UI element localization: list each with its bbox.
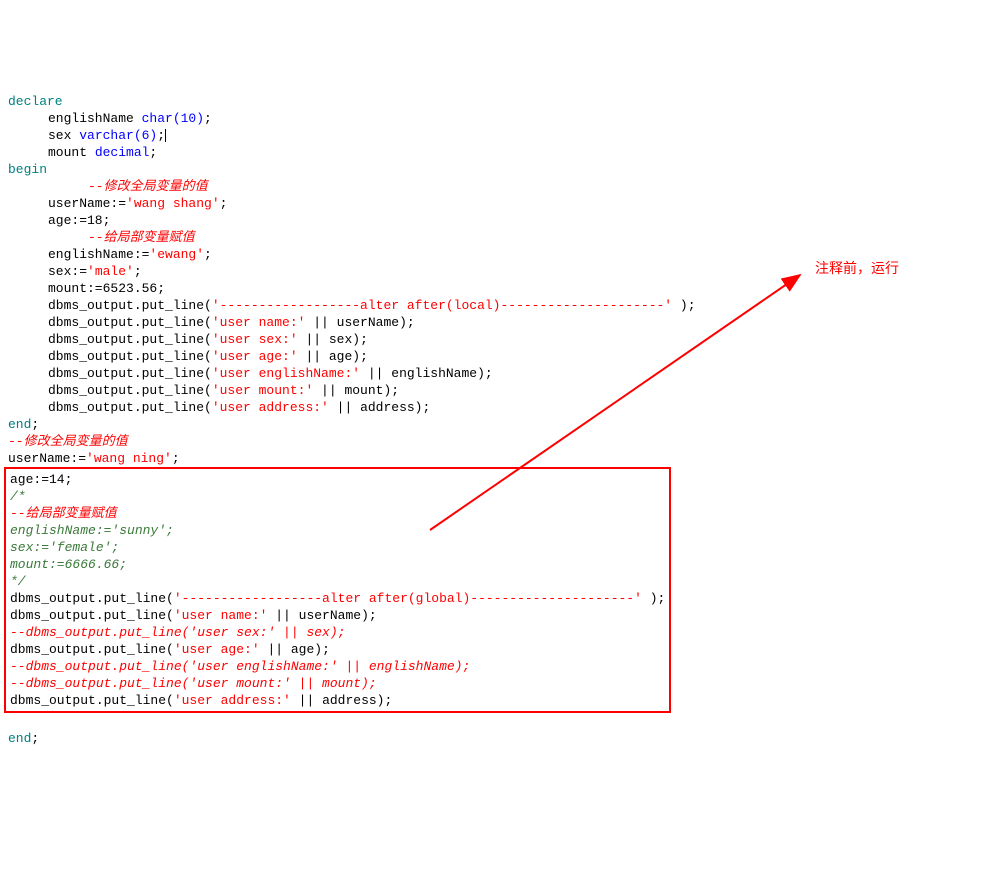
close: || address); bbox=[329, 400, 430, 415]
assign-username: userName:= bbox=[48, 196, 126, 211]
assign-sex: sex:= bbox=[48, 264, 87, 279]
str-useraddress2: 'user address:' bbox=[174, 693, 291, 708]
close: || userName); bbox=[305, 315, 414, 330]
keyword-end: end bbox=[8, 417, 31, 432]
commented-ename: --dbms_output.put_line('user englishName… bbox=[10, 659, 470, 674]
call-dbms: dbms_output.put_line( bbox=[10, 608, 174, 623]
str-username2: 'user name:' bbox=[174, 608, 268, 623]
semi: ; bbox=[31, 417, 39, 432]
close: || age); bbox=[260, 642, 330, 657]
comment-modify-global2: --修改全局变量的值 bbox=[8, 434, 128, 449]
str-alter-global: '------------------alter after(global)--… bbox=[174, 591, 642, 606]
call-dbms: dbms_output.put_line( bbox=[10, 642, 174, 657]
close: || userName); bbox=[267, 608, 376, 623]
block-comment-start: /* bbox=[10, 489, 26, 504]
str-wangning: 'wang ning' bbox=[86, 451, 172, 466]
call-dbms: dbms_output.put_line( bbox=[48, 298, 212, 313]
close: || age); bbox=[298, 349, 368, 364]
str-userage2: 'user age:' bbox=[174, 642, 260, 657]
text-cursor bbox=[165, 129, 166, 142]
annotation-label: 注释前，运行 bbox=[815, 260, 899, 277]
call-dbms: dbms_output.put_line( bbox=[48, 366, 212, 381]
str-useraddress: 'user address:' bbox=[212, 400, 329, 415]
call-dbms: dbms_output.put_line( bbox=[48, 400, 212, 415]
str-usersex: 'user sex:' bbox=[212, 332, 298, 347]
semi: ; bbox=[134, 264, 142, 279]
keyword-declare: declare bbox=[8, 94, 63, 109]
type-varchar6: varchar(6) bbox=[79, 128, 157, 143]
close: || mount); bbox=[313, 383, 399, 398]
call-dbms: dbms_output.put_line( bbox=[10, 591, 174, 606]
highlight-box: age:=14; /* --给局部变量赋值 englishName:='sunn… bbox=[4, 467, 671, 713]
close: || englishName); bbox=[360, 366, 493, 381]
close: ); bbox=[672, 298, 695, 313]
semi: ; bbox=[31, 731, 39, 746]
ident-mount: mount bbox=[48, 145, 95, 160]
assign-age: age:=18; bbox=[48, 213, 110, 228]
assign-mount: mount:=6523.56; bbox=[48, 281, 165, 296]
block-mount: mount:=6666.66; bbox=[10, 557, 127, 572]
str-username: 'user name:' bbox=[212, 315, 306, 330]
str-alter-local: '------------------alter after(local)---… bbox=[212, 298, 672, 313]
semi: ; bbox=[172, 451, 180, 466]
str-userename: 'user englishName:' bbox=[212, 366, 360, 381]
str-usermount: 'user mount:' bbox=[212, 383, 313, 398]
block-sex: sex:='female'; bbox=[10, 540, 119, 555]
close: || sex); bbox=[298, 332, 368, 347]
close: ); bbox=[642, 591, 665, 606]
close: || address); bbox=[291, 693, 392, 708]
semi: ; bbox=[157, 128, 165, 143]
semi: ; bbox=[204, 247, 212, 262]
keyword-end2: end bbox=[8, 731, 31, 746]
str-userage: 'user age:' bbox=[212, 349, 298, 364]
keyword-begin: begin bbox=[8, 162, 47, 177]
str-ewang: 'ewang' bbox=[149, 247, 204, 262]
block-comment-end: */ bbox=[10, 574, 26, 589]
call-dbms: dbms_output.put_line( bbox=[48, 349, 212, 364]
commented-sex: --dbms_output.put_line('user sex:' || se… bbox=[10, 625, 345, 640]
ident-sex: sex bbox=[48, 128, 79, 143]
code-block: declare englishName char(10); sex varcha… bbox=[8, 76, 980, 747]
block-ename: englishName:='sunny'; bbox=[10, 523, 174, 538]
type-decimal: decimal bbox=[95, 145, 150, 160]
commented-mount: --dbms_output.put_line('user mount:' || … bbox=[10, 676, 377, 691]
box-age: age:=14; bbox=[10, 472, 72, 487]
semi: ; bbox=[149, 145, 157, 160]
ident-englishName: englishName bbox=[48, 111, 142, 126]
semi: ; bbox=[204, 111, 212, 126]
str-male: 'male' bbox=[87, 264, 134, 279]
call-dbms: dbms_output.put_line( bbox=[48, 332, 212, 347]
comment-modify-global: --修改全局变量的值 bbox=[88, 179, 208, 194]
assign-ename: englishName:= bbox=[48, 247, 149, 262]
semi: ; bbox=[220, 196, 228, 211]
call-dbms: dbms_output.put_line( bbox=[10, 693, 174, 708]
type-char10: char(10) bbox=[142, 111, 204, 126]
call-dbms: dbms_output.put_line( bbox=[48, 315, 212, 330]
comment-give-local2: --给局部变量赋值 bbox=[10, 506, 117, 521]
call-dbms: dbms_output.put_line( bbox=[48, 383, 212, 398]
comment-give-local: --给局部变量赋值 bbox=[88, 230, 195, 245]
assign-username2: userName:= bbox=[8, 451, 86, 466]
str-wangshang: 'wang shang' bbox=[126, 196, 220, 211]
